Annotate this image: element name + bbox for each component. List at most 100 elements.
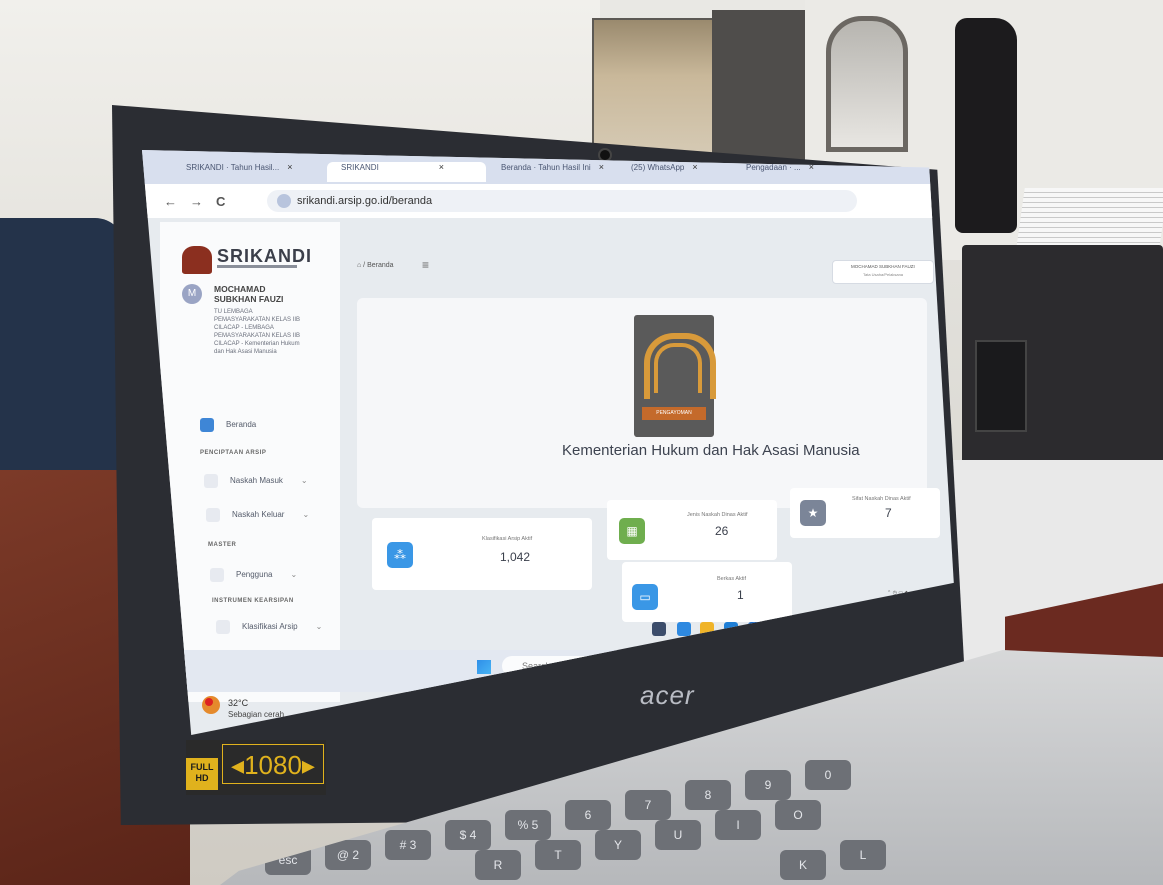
inbox-icon	[204, 474, 218, 488]
sidebar-item-label: Beranda	[226, 420, 257, 430]
site-info-icon[interactable]	[277, 194, 291, 208]
garuda-logo-icon	[182, 246, 212, 274]
keyboard-key[interactable]: @ 2	[325, 840, 371, 870]
weather-temperature[interactable]: 32°C	[228, 698, 248, 708]
keyboard-key[interactable]: I	[715, 810, 761, 840]
sidebar-item-klasifikasi[interactable]: Klasifikasi Arsip ⌄	[216, 620, 322, 634]
keyboard-key[interactable]: # 3	[385, 830, 431, 860]
keyboard-key[interactable]: T	[535, 840, 581, 870]
keyboard-key[interactable]: O	[775, 800, 821, 830]
user-icon	[210, 568, 224, 582]
sidebar-item-naskah-masuk[interactable]: Naskah Masuk ⌄	[204, 474, 308, 488]
stat-label: Klasifikasi Arsip Aktif	[482, 536, 533, 542]
sidebar-item-beranda[interactable]: Beranda	[200, 418, 256, 432]
stat-card-klasifikasi[interactable]: ⁂ Klasifikasi Arsip Aktif 1,042	[372, 518, 592, 590]
back-icon[interactable]: ←	[164, 194, 177, 209]
tab-whatsapp[interactable]: (25) WhatsApp ×	[617, 162, 741, 182]
windows-start-icon[interactable]	[477, 660, 491, 674]
taskbar-app-icon[interactable]	[652, 622, 666, 636]
cluster-icon: ⁂	[387, 542, 413, 568]
tab-label: (25) WhatsApp	[631, 163, 685, 172]
chevron-down-icon: ⌄	[302, 510, 310, 520]
chevron-down-icon: ⌄	[315, 622, 323, 632]
stat-label: Jenis Naskah Dinas Aktif	[687, 512, 748, 518]
keyboard-key[interactable]: 8	[685, 780, 731, 810]
close-icon[interactable]: ×	[439, 162, 444, 172]
tab-srikandi-1[interactable]: SRIKANDI · Tahun Hasil... ×	[172, 162, 336, 182]
close-icon[interactable]: ×	[692, 162, 697, 172]
fullhd-tag-top: FULL	[190, 762, 214, 772]
sidebar-item-pengguna[interactable]: Pengguna ⌄	[210, 568, 297, 582]
forward-icon[interactable]: →	[190, 194, 203, 209]
close-icon[interactable]: ×	[599, 162, 604, 172]
user-chip-role: Tata Usaha/Pelaksana	[863, 272, 904, 277]
user-name: MOCHAMAD SUBKHAN FAUZI	[214, 284, 284, 304]
tab-label: Beranda · Tahun Hasil Ini	[501, 163, 591, 172]
tab-srikandi-active[interactable]: SRIKANDI ×	[327, 162, 486, 182]
sidebar-item-label: Naskah Masuk	[230, 476, 283, 486]
app-logo-text: SRIKANDI	[217, 246, 313, 266]
keyboard-key[interactable]: K	[780, 850, 826, 880]
laptop-brand-logo: acer	[640, 680, 695, 710]
fullhd-tag-bottom: HD	[195, 773, 209, 783]
keyboard-key[interactable]: $ 4	[445, 820, 491, 850]
address-bar[interactable]: srikandi.arsip.go.id/beranda	[267, 190, 857, 212]
stat-label: Sifat Naskah Dinas Aktif	[852, 496, 911, 502]
tab-label: SRIKANDI · Tahun Hasil...	[186, 163, 280, 172]
stat-value: 1,042	[500, 550, 531, 564]
keyboard-key[interactable]: U	[655, 820, 701, 850]
weather-description[interactable]: Sebagian cerah	[228, 710, 284, 719]
stat-value: 7	[885, 506, 892, 520]
tab-beranda[interactable]: Beranda · Tahun Hasil Ini ×	[487, 162, 626, 182]
reload-icon[interactable]: C	[216, 194, 225, 209]
taskbar-app-icon[interactable]	[677, 622, 691, 636]
tab-label: SRIKANDI	[341, 163, 379, 172]
pengayoman-logo: PENGAYOMAN	[634, 315, 716, 437]
section-penciptaan: PENCIPTAAN ARSIP	[200, 450, 267, 456]
alert-badge	[205, 698, 213, 706]
section-master: MASTER	[208, 542, 237, 548]
sidebar-item-label: Pengguna	[236, 570, 273, 580]
keyboard-key[interactable]: % 5	[505, 810, 551, 840]
sidebar-item-label: Naskah Keluar	[232, 510, 285, 520]
avatar: M	[182, 284, 202, 304]
keyboard-key[interactable]: esc	[265, 845, 311, 875]
user-menu[interactable]: MOCHAMAD SUBKHAN FAUZI Tata Usaha/Pelaks…	[832, 260, 934, 284]
fullhd-resolution: ◂1080▸	[222, 744, 324, 784]
keyboard-key[interactable]: 7	[625, 790, 671, 820]
keyboard-key[interactable]: 0	[805, 760, 851, 790]
room-chair	[0, 218, 125, 493]
stat-value: 1	[737, 588, 744, 602]
keyboard-key[interactable]: Y	[595, 830, 641, 860]
room-jacket	[955, 18, 1017, 233]
grid-icon: ▦	[619, 518, 645, 544]
home-icon	[200, 418, 214, 432]
user-unit: TU LEMBAGA PEMASYARAKATAN KELAS IIB CILA…	[214, 309, 301, 355]
keyboard-key[interactable]: R	[475, 850, 521, 880]
section-instrumen: INSTRUMEN KEARSIPAN	[212, 598, 294, 604]
url-text: srikandi.arsip.go.id/beranda	[297, 195, 433, 207]
outbox-icon	[206, 508, 220, 522]
logo-subtitle	[217, 265, 297, 268]
keyboard-key[interactable]: 6	[565, 800, 611, 830]
chevron-down-icon: ⌄	[300, 476, 308, 486]
room-printer-slot	[975, 340, 1027, 432]
close-icon[interactable]: ×	[287, 162, 292, 172]
webcam-icon	[598, 148, 612, 162]
fullhd-tag: FULL HD	[186, 758, 218, 790]
star-icon: ★	[800, 500, 826, 526]
stat-card-jenis-naskah[interactable]: ▦ Jenis Naskah Dinas Aktif 26	[607, 500, 777, 560]
room-door	[592, 18, 716, 162]
breadcrumb[interactable]: ⌂ / Beranda	[357, 262, 394, 269]
stat-card-sifat-naskah[interactable]: ★ Sifat Naskah Dinas Aktif 7	[790, 488, 940, 538]
user-chip-name: MOCHAMAD SUBKHAN FAUZI	[851, 264, 915, 269]
page-title: Kementerian Hukum dan Hak Asasi Manusia	[562, 442, 860, 459]
keyboard-key[interactable]: 9	[745, 770, 791, 800]
keyboard-key[interactable]: L	[840, 840, 886, 870]
stat-label: Berkas Aktif	[717, 576, 747, 582]
sidebar-item-naskah-keluar[interactable]: Naskah Keluar ⌄	[206, 508, 309, 522]
sidebar-item-label: Klasifikasi Arsip	[242, 622, 298, 632]
menu-toggle-icon[interactable]: ≡	[422, 258, 429, 272]
stat-card-berkas[interactable]: ▭ Berkas Aktif 1	[622, 562, 792, 622]
chevron-down-icon: ⌄	[290, 570, 298, 580]
